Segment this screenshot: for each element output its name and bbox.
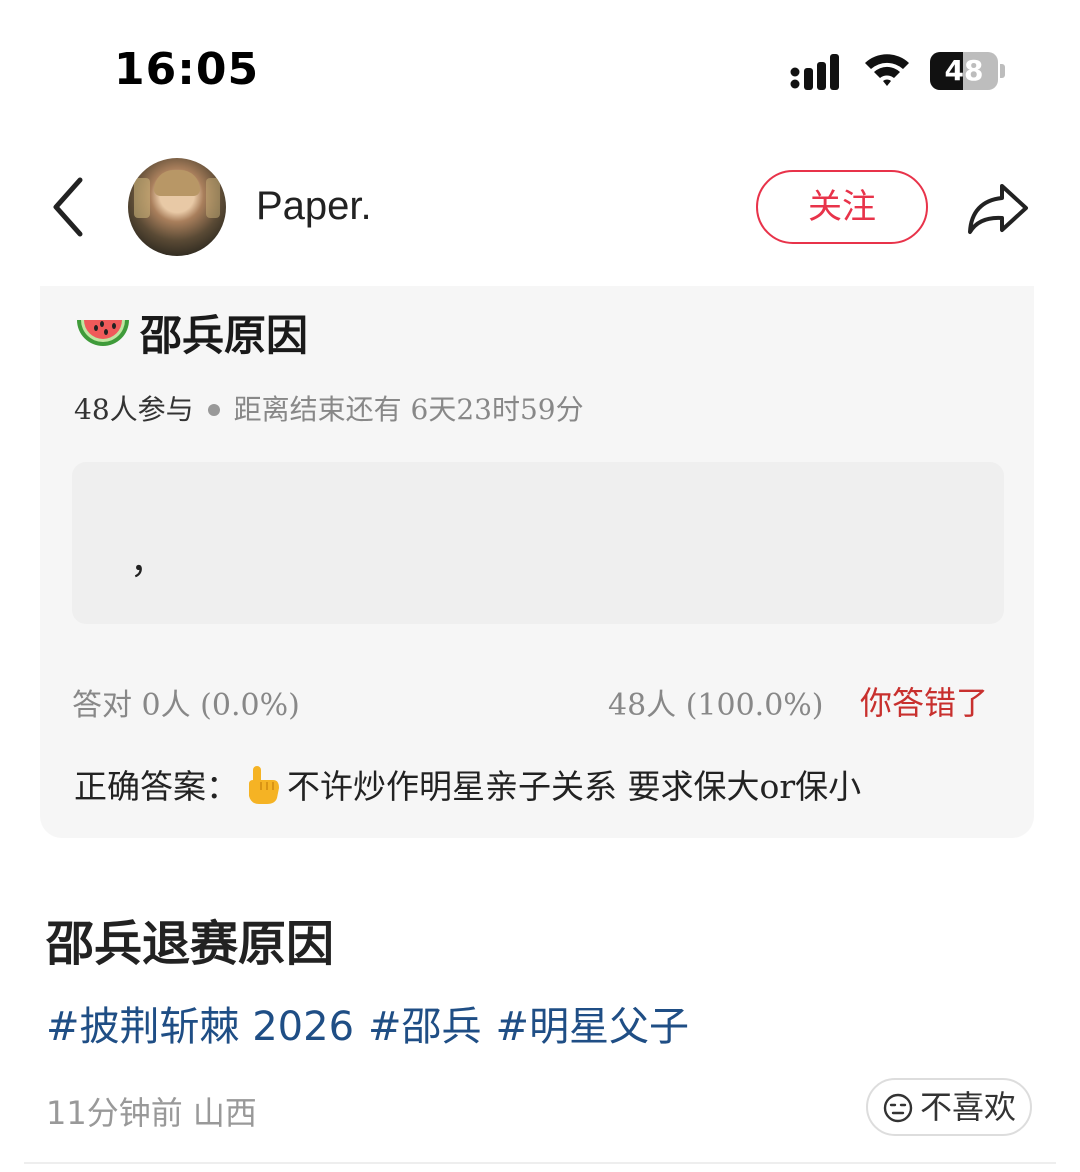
watermelon-icon [77,320,129,346]
correct-answer-text: 不许炒作明星亲子关系 要求保大or保小 [287,767,862,806]
quiz-title-text: 邵兵原因 [140,311,309,360]
submitted-answer: ， [130,541,167,582]
time-remaining: 距离结束还有 6天23时59分 [233,393,584,426]
follow-button[interactable]: 关注 [756,170,928,244]
hashtag-list: #披荆斩棘 2026 #邵兵 #明星父子 [46,994,703,1052]
hashtag[interactable]: #邵兵 [368,1004,482,1050]
hashtag[interactable]: #披荆斩棘 2026 [46,1004,354,1050]
result-label: 你答错了 [860,684,989,722]
back-arrow-icon[interactable] [48,176,88,238]
quiz-title: 邵兵原因 [74,302,308,363]
avatar[interactable] [128,158,226,256]
battery-icon: 48 [930,52,1006,92]
post-title: 邵兵退赛原因 [46,916,335,972]
pointing-hand-icon [249,766,279,804]
divider [24,1162,1056,1164]
unhappy-face-icon [883,1093,913,1123]
battery-level: 48 [944,54,984,87]
dislike-label: 不喜欢 [920,1088,1017,1126]
answer-box [72,462,1004,624]
participant-count: 48人参与 [74,393,194,426]
correct-count: 答对 0人 (0.0%) [72,688,300,723]
post-time-location: 11分钟前 山西 [46,1094,257,1132]
separator-dot [207,404,220,416]
quiz-meta: 48人参与 距离结束还有 6天23时59分 [74,388,584,428]
wrong-count: 48人 (100.0%) [608,688,824,723]
status-time: 16:05 [114,44,260,95]
correct-answer-row: 正确答案： 不许炒作明星亲子关系 要求保大or保小 [74,760,861,808]
share-icon[interactable] [966,180,1030,236]
hashtag[interactable]: #明星父子 [496,1004,690,1050]
dislike-button[interactable]: 不喜欢 [866,1078,1032,1136]
wifi-icon [865,54,909,86]
username[interactable]: Paper. [256,184,372,229]
cellular-signal-icon [790,54,839,90]
correct-answer-label: 正确答案： [74,767,239,806]
